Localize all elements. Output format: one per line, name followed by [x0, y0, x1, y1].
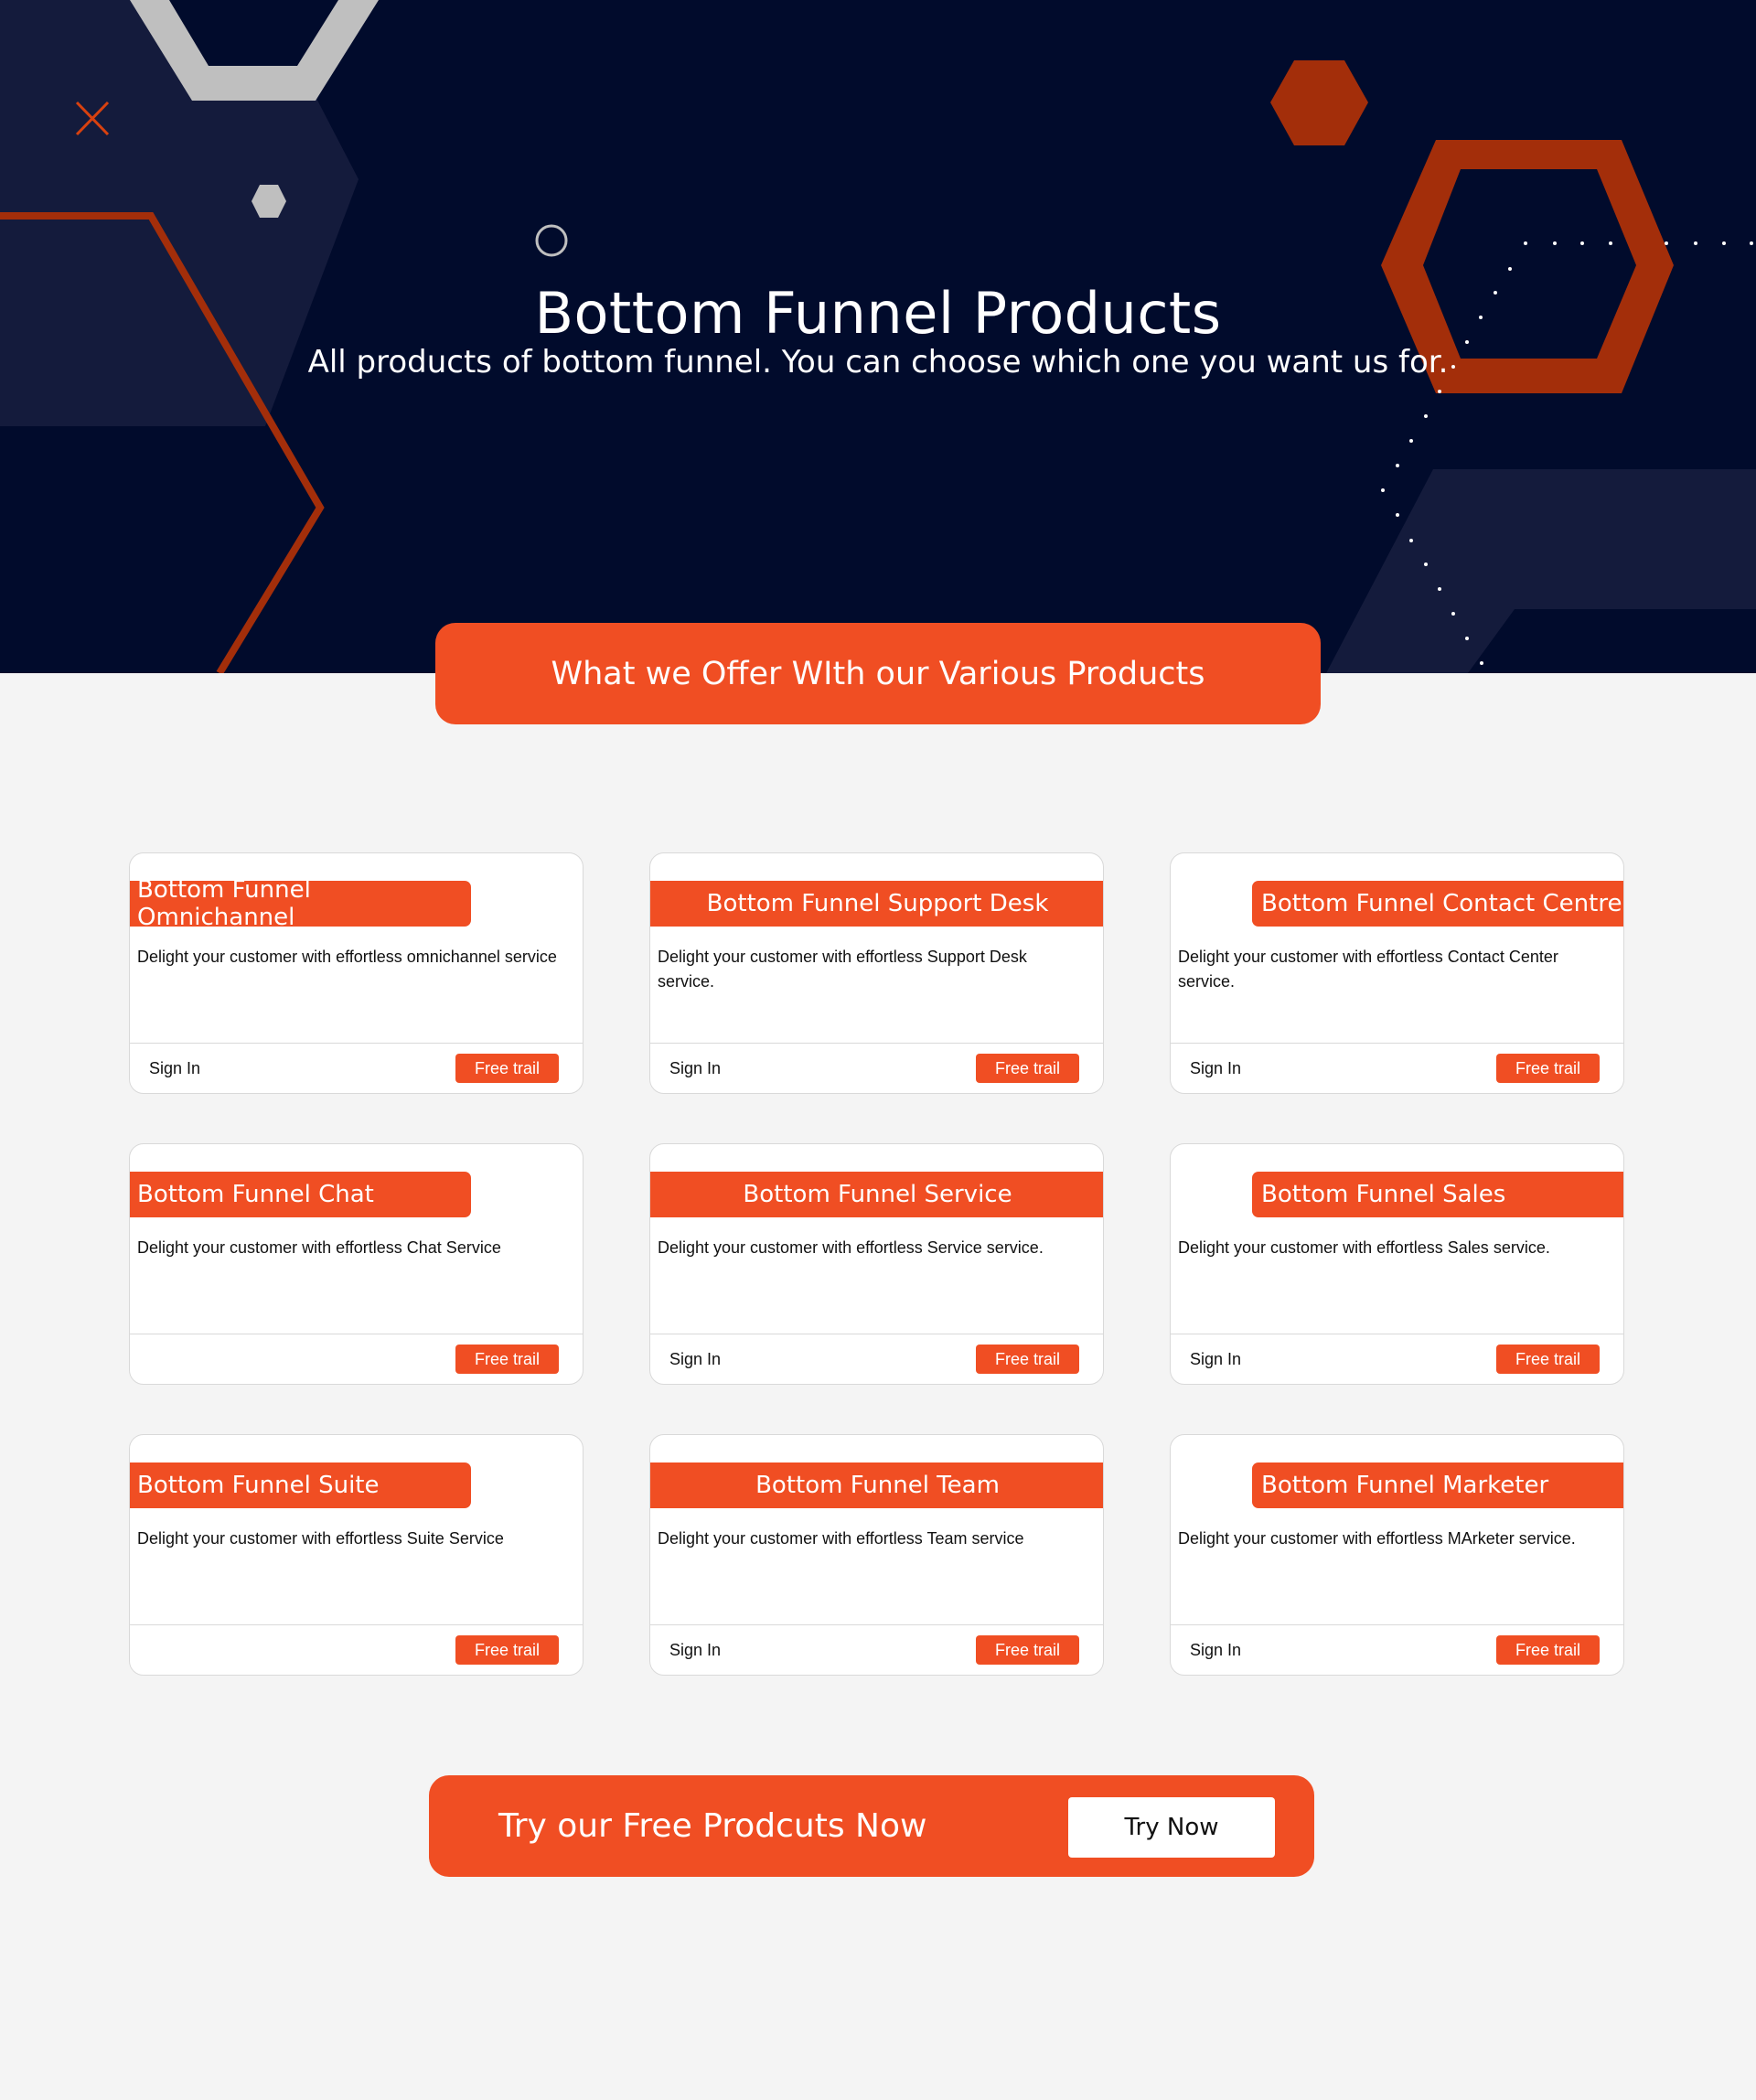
free-trial-button[interactable]: Free trail [976, 1345, 1079, 1374]
card-footer: Sign In Free trail [650, 1043, 1103, 1093]
card-description: Delight your customer with effortless Su… [137, 1529, 504, 1548]
card-description: Delight your customer with effortless Sa… [1178, 1238, 1550, 1257]
hexagon-icon [1270, 60, 1368, 145]
card-footer: Free trail [130, 1624, 583, 1675]
card-title: Bottom Funnel Marketer [1252, 1462, 1623, 1508]
card-title: Bottom Funnel Team [650, 1462, 1103, 1508]
card-description: Delight your customer with effortless Su… [658, 948, 1027, 991]
sign-in-link[interactable]: Sign In [669, 1350, 721, 1369]
product-card-suite: Bottom Funnel Suite Delight your custome… [129, 1434, 584, 1676]
card-title: Bottom Funnel Service [650, 1172, 1103, 1217]
card-footer: Sign In Free trail [1171, 1334, 1623, 1384]
cta-text: Try our Free Prodcuts Now [498, 1807, 927, 1845]
sign-in-link[interactable]: Sign In [1190, 1641, 1241, 1660]
product-card-marketer: Bottom Funnel Marketer Delight your cust… [1170, 1434, 1624, 1676]
card-description: Delight your customer with effortless Te… [658, 1529, 1024, 1548]
product-card-service: Bottom Funnel Service Delight your custo… [649, 1143, 1104, 1385]
free-trial-button[interactable]: Free trail [1496, 1054, 1600, 1083]
card-title: Bottom Funnel Suite [130, 1462, 471, 1508]
card-description: Delight your customer with effortless MA… [1178, 1529, 1576, 1548]
card-title: Bottom Funnel Chat [130, 1172, 471, 1217]
product-card-sales: Bottom Funnel Sales Delight your custome… [1170, 1143, 1624, 1385]
sign-in-link[interactable]: Sign In [669, 1059, 721, 1078]
sign-in-link[interactable]: Sign In [1190, 1059, 1241, 1078]
circle-icon [535, 224, 568, 257]
product-card-omnichannel: Bottom Funnel Omnichannel Delight your c… [129, 852, 584, 1094]
product-card-contact-centre: Bottom Funnel Contact Centre Delight you… [1170, 852, 1624, 1094]
card-footer: Sign In Free trail [1171, 1043, 1623, 1093]
offer-banner: What we Offer WIth our Various Products [435, 623, 1321, 724]
try-now-button[interactable]: Try Now [1068, 1797, 1275, 1858]
page-subtitle: All products of bottom funnel. You can c… [307, 344, 1449, 380]
free-trial-button[interactable]: Free trail [455, 1054, 559, 1083]
free-trial-button[interactable]: Free trail [976, 1635, 1079, 1665]
cta-banner: Try our Free Prodcuts Now Try Now [429, 1775, 1314, 1877]
free-trial-button[interactable]: Free trail [455, 1635, 559, 1665]
card-footer: Sign In Free trail [650, 1334, 1103, 1384]
card-description: Delight your customer with effortless Co… [1178, 948, 1558, 991]
card-title: Bottom Funnel Omnichannel [130, 876, 471, 931]
sign-in-link[interactable]: Sign In [1190, 1350, 1241, 1369]
product-card-team: Bottom Funnel Team Delight your customer… [649, 1434, 1104, 1676]
card-title: Bottom Funnel Support Desk [650, 881, 1103, 927]
card-footer: Free trail [130, 1334, 583, 1384]
free-trial-button[interactable]: Free trail [1496, 1345, 1600, 1374]
free-trial-button[interactable]: Free trail [455, 1345, 559, 1374]
card-description: Delight your customer with effortless Ch… [137, 1238, 501, 1257]
hex-panel-right [1326, 469, 1756, 673]
card-footer: Sign In Free trail [1171, 1624, 1623, 1675]
free-trial-button[interactable]: Free trail [1496, 1635, 1600, 1665]
card-footer: Sign In Free trail [650, 1624, 1103, 1675]
hero-section: Bottom Funnel Products All products of b… [0, 0, 1756, 673]
page-title: Bottom Funnel Products [534, 280, 1222, 347]
sign-in-link[interactable]: Sign In [669, 1641, 721, 1660]
card-description: Delight your customer with effortless om… [137, 948, 557, 966]
sign-in-link[interactable]: Sign In [149, 1059, 200, 1078]
card-title: Bottom Funnel Sales [1252, 1172, 1623, 1217]
card-footer: Sign In Free trail [130, 1043, 583, 1093]
card-description: Delight your customer with effortless Se… [658, 1238, 1044, 1257]
card-title: Bottom Funnel Contact Centre [1252, 881, 1623, 927]
product-card-support-desk: Bottom Funnel Support Desk Delight your … [649, 852, 1104, 1094]
free-trial-button[interactable]: Free trail [976, 1054, 1079, 1083]
product-card-chat: Bottom Funnel Chat Delight your customer… [129, 1143, 584, 1385]
